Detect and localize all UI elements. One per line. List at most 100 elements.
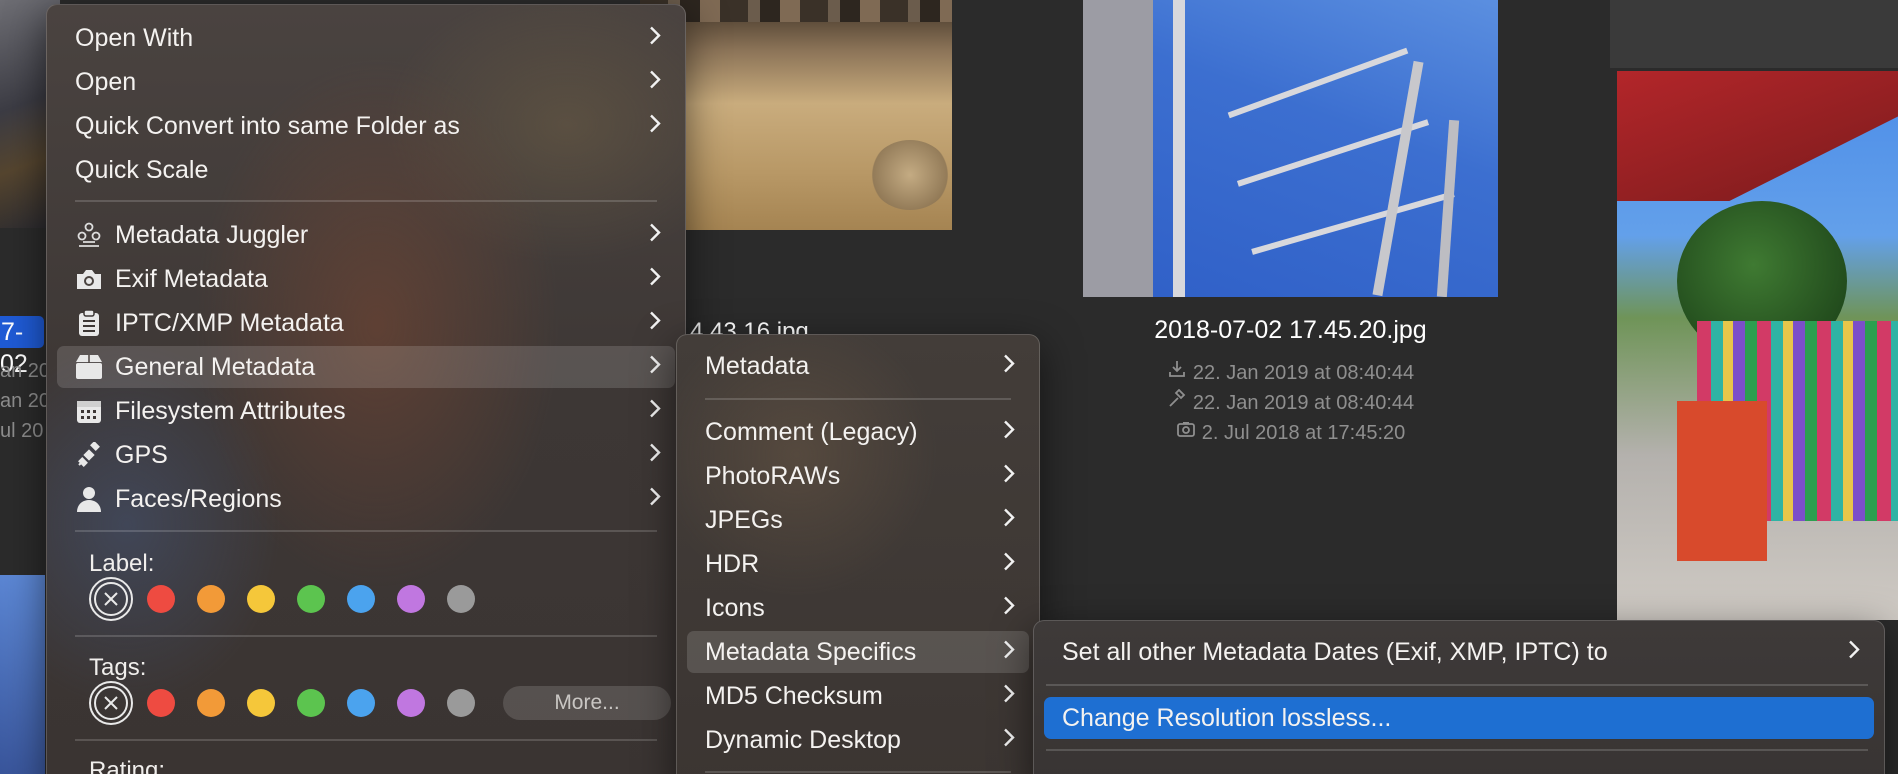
camera-icon [75, 267, 103, 291]
tags-color-picker [89, 681, 497, 725]
file-modified-date: 22. Jan 2019 at 08:40:44 [1083, 388, 1498, 415]
menu-item-exif-metadata[interactable]: Exif Metadata [57, 258, 675, 300]
label-purple-swatch[interactable] [397, 585, 425, 613]
menu-item-quick-convert[interactable]: Quick Convert into same Folder as [57, 105, 675, 147]
rating-section-title: Rating: [89, 757, 166, 774]
general-metadata-submenu: Metadata Comment (Legacy) PhotoRAWs JPEG… [676, 334, 1040, 774]
chevron-right-icon [1003, 506, 1015, 535]
clear-tags-button[interactable] [89, 681, 133, 725]
box-icon [75, 354, 103, 380]
chevron-right-icon [649, 68, 661, 97]
menu-item-faces-regions[interactable]: Faces/Regions [57, 478, 675, 520]
chevron-right-icon [649, 485, 661, 514]
chevron-right-icon [649, 309, 661, 338]
label-color-picker [89, 577, 497, 621]
menu-separator [1046, 749, 1868, 751]
file-name[interactable]: 2018-07-02 17.45.20.jpg [1083, 316, 1498, 345]
menu-item-iptc-xmp-metadata[interactable]: IPTC/XMP Metadata [57, 302, 675, 344]
menu-separator [75, 739, 657, 741]
file-date-partial: an 20 [0, 390, 51, 412]
chevron-right-icon [649, 24, 661, 53]
clipboard-icon [75, 309, 103, 337]
satellite-icon [75, 442, 103, 468]
tag-purple-swatch[interactable] [397, 689, 425, 717]
menu-item-general-metadata[interactable]: General Metadata [57, 346, 675, 388]
label-section-title: Label: [89, 550, 155, 577]
download-icon [1167, 359, 1187, 385]
thumbnail-image[interactable] [1083, 0, 1498, 297]
context-menu: Open With Open Quick Convert into same F… [46, 4, 686, 774]
submenu-item-metadata[interactable]: Metadata [687, 345, 1029, 387]
menu-item-filesystem-attributes[interactable]: Filesystem Attributes [57, 390, 675, 432]
file-added-date: 22. Jan 2019 at 08:40:44 [1083, 359, 1498, 385]
menu-item-quick-scale[interactable]: Quick Scale [57, 149, 675, 191]
tag-yellow-swatch[interactable] [247, 689, 275, 717]
chevron-right-icon [649, 441, 661, 470]
selected-file-label[interactable]: 7-02 [0, 316, 44, 378]
chevron-right-icon [649, 397, 661, 426]
tag-red-swatch[interactable] [147, 689, 175, 717]
close-icon [94, 582, 128, 616]
submenu-item-md5-checksum[interactable]: MD5 Checksum [687, 675, 1029, 717]
submenu-item-comment-legacy[interactable]: Comment (Legacy) [687, 411, 1029, 453]
tag-blue-swatch[interactable] [347, 689, 375, 717]
submenu-item-metadata-specifics[interactable]: Metadata Specifics [687, 631, 1029, 673]
chevron-right-icon [649, 353, 661, 382]
chevron-right-icon [1003, 638, 1015, 667]
hammer-icon [1167, 388, 1187, 415]
chevron-right-icon [649, 112, 661, 141]
chevron-right-icon [1003, 682, 1015, 711]
submenu-item-photoraws[interactable]: PhotoRAWs [687, 455, 1029, 497]
label-red-swatch[interactable] [147, 585, 175, 613]
thumbnail-image[interactable] [640, 0, 952, 230]
file-date-partial: ul 20 [0, 420, 44, 442]
chevron-right-icon [1848, 638, 1860, 667]
file-captured-date: 2. Jul 2018 at 17:45:20 [1083, 419, 1498, 445]
chevron-right-icon [649, 265, 661, 294]
chevron-right-icon [1003, 594, 1015, 623]
submenu-item-dynamic-desktop[interactable]: Dynamic Desktop [687, 719, 1029, 761]
person-icon [75, 486, 103, 512]
label-green-swatch[interactable] [297, 585, 325, 613]
menu-item-metadata-juggler[interactable]: Metadata Juggler [57, 214, 675, 256]
chevron-right-icon [1003, 726, 1015, 755]
more-tags-button[interactable]: More... [503, 686, 671, 720]
calendar-icon [75, 398, 103, 424]
juggler-icon [75, 222, 103, 248]
close-icon [94, 686, 128, 720]
tag-green-swatch[interactable] [297, 689, 325, 717]
chevron-right-icon [1003, 550, 1015, 579]
menu-separator [75, 635, 657, 637]
thumbnail-strip [1610, 0, 1898, 68]
label-gray-swatch[interactable] [447, 585, 475, 613]
tag-orange-swatch[interactable] [197, 689, 225, 717]
menu-item-gps[interactable]: GPS [57, 434, 675, 476]
file-date-partial: an 20 [0, 360, 51, 382]
label-orange-swatch[interactable] [197, 585, 225, 613]
clear-label-button[interactable] [89, 577, 133, 621]
chevron-right-icon [1003, 418, 1015, 447]
submenu-item-icons[interactable]: Icons [687, 587, 1029, 629]
submenu-item-hdr[interactable]: HDR [687, 543, 1029, 585]
submenu-item-set-metadata-dates[interactable]: Set all other Metadata Dates (Exif, XMP,… [1044, 631, 1874, 673]
menu-separator [705, 771, 1011, 773]
submenu-item-jpegs[interactable]: JPEGs [687, 499, 1029, 541]
menu-separator [705, 398, 1011, 400]
thumbnail-image[interactable] [0, 575, 45, 774]
camera-icon [1176, 419, 1196, 445]
tag-gray-swatch[interactable] [447, 689, 475, 717]
label-blue-swatch[interactable] [347, 585, 375, 613]
menu-separator [1046, 684, 1868, 686]
submenu-item-change-resolution[interactable]: Change Resolution lossless... [1044, 697, 1874, 739]
chevron-right-icon [1003, 352, 1015, 381]
tags-section-title: Tags: [89, 654, 147, 681]
menu-separator [75, 530, 657, 532]
chevron-right-icon [1003, 462, 1015, 491]
menu-item-open-with[interactable]: Open With [57, 17, 675, 59]
thumbnail-image[interactable] [1617, 71, 1898, 620]
label-yellow-swatch[interactable] [247, 585, 275, 613]
menu-item-open[interactable]: Open [57, 61, 675, 103]
chevron-right-icon [649, 221, 661, 250]
menu-separator [75, 200, 657, 202]
metadata-specifics-submenu: Set all other Metadata Dates (Exif, XMP,… [1033, 620, 1885, 774]
